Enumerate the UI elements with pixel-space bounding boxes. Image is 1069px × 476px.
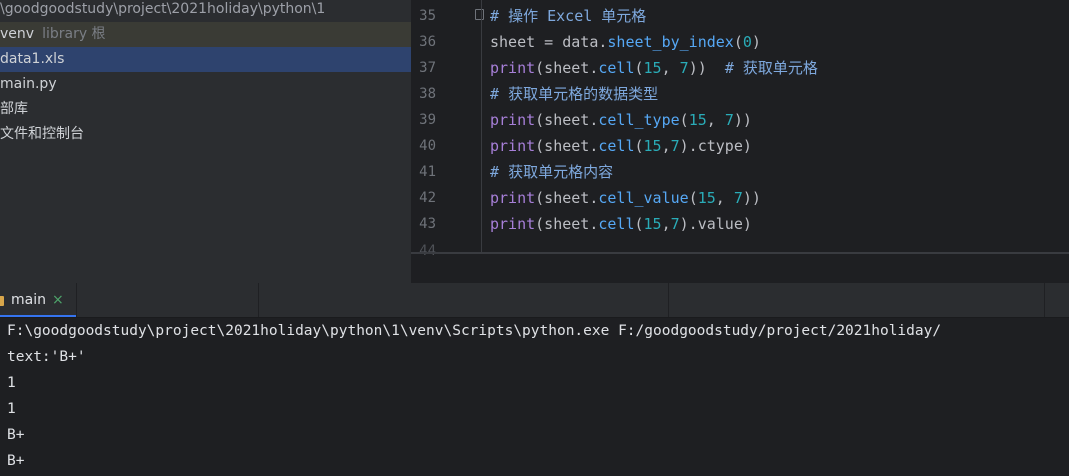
code-line-38: # 获取单元格的数据类型 xyxy=(490,85,659,103)
code-line-36: sheet = data.sheet_by_index(0) xyxy=(490,33,761,51)
line-number: 44 xyxy=(419,243,436,259)
tree-item-main-py[interactable]: main.py xyxy=(0,72,411,97)
fold-marker-icon[interactable] xyxy=(475,9,484,20)
python-file-icon xyxy=(0,296,4,306)
editor-panel-border xyxy=(411,252,1069,254)
line-number: 40 xyxy=(419,138,436,154)
line-number: 39 xyxy=(419,112,436,128)
line-number: 43 xyxy=(419,216,436,232)
code-line-43: print(sheet.cell(15,7).value) xyxy=(490,215,752,233)
code-editor[interactable]: 35 36 37 38 39 40 41 42 43 44 # 操作 Excel… xyxy=(411,0,1069,283)
venv-label: venv xyxy=(0,26,35,42)
gutter-divider xyxy=(481,0,482,252)
line-number: 35 xyxy=(419,8,436,24)
code-line-40: print(sheet.cell(15,7).ctype) xyxy=(490,137,752,155)
console-line: text:'B+' xyxy=(7,349,86,365)
tab-divider xyxy=(76,283,77,317)
file-label: data1.xls xyxy=(0,51,65,67)
scratches-label: 文件和控制台 xyxy=(0,126,84,142)
line-number: 36 xyxy=(419,34,436,50)
close-icon[interactable]: × xyxy=(52,283,64,317)
file-label: main.py xyxy=(0,76,57,92)
toolbar-divider xyxy=(1044,283,1045,317)
console-line-command: F:\goodgoodstudy\project\2021holiday\pyt… xyxy=(7,323,942,339)
external-libraries-label: 部库 xyxy=(0,101,28,117)
tree-item-external-libraries[interactable]: 部库 xyxy=(0,97,411,122)
line-number: 37 xyxy=(419,60,436,76)
code-line-41: # 获取单元格内容 xyxy=(490,163,614,181)
tree-item-venv[interactable]: venv library 根 xyxy=(0,22,411,47)
line-number-gutter: 35 36 37 38 39 40 41 42 43 44 xyxy=(411,0,484,283)
tab-label: main xyxy=(11,292,46,308)
line-number: 42 xyxy=(419,190,436,206)
console-line: B+ xyxy=(7,427,25,443)
line-number: 38 xyxy=(419,86,436,102)
line-number: 41 xyxy=(419,164,436,180)
code-line-37: print(sheet.cell(15, 7)) # 获取单元格 xyxy=(490,59,818,77)
code-line-39: print(sheet.cell_type(15, 7)) xyxy=(490,111,752,129)
project-root-path: \goodgoodstudy\project\2021holiday\pytho… xyxy=(0,1,326,17)
code-line-42: print(sheet.cell_value(15, 7)) xyxy=(490,189,761,207)
venv-hint: library 根 xyxy=(42,26,106,42)
tree-item-data1-xls[interactable]: data1.xls xyxy=(0,47,411,72)
project-tree-panel: \goodgoodstudy\project\2021holiday\pytho… xyxy=(0,0,411,283)
toolbar-divider xyxy=(668,283,669,317)
project-root-row[interactable]: \goodgoodstudy\project\2021holiday\pytho… xyxy=(0,0,411,22)
toolbar-divider xyxy=(258,283,259,317)
console-line: 1 xyxy=(7,401,16,417)
code-line-35: # 操作 Excel 单元格 xyxy=(490,7,647,25)
run-console-output[interactable]: F:\goodgoodstudy\project\2021holiday\pyt… xyxy=(0,318,1069,476)
tree-item-scratches[interactable]: 文件和控制台 xyxy=(0,122,411,147)
run-tool-window-tabs: main × xyxy=(0,283,1069,318)
tab-main[interactable]: main × xyxy=(0,283,76,317)
console-line: 1 xyxy=(7,375,16,391)
console-line: B+ xyxy=(7,453,25,469)
